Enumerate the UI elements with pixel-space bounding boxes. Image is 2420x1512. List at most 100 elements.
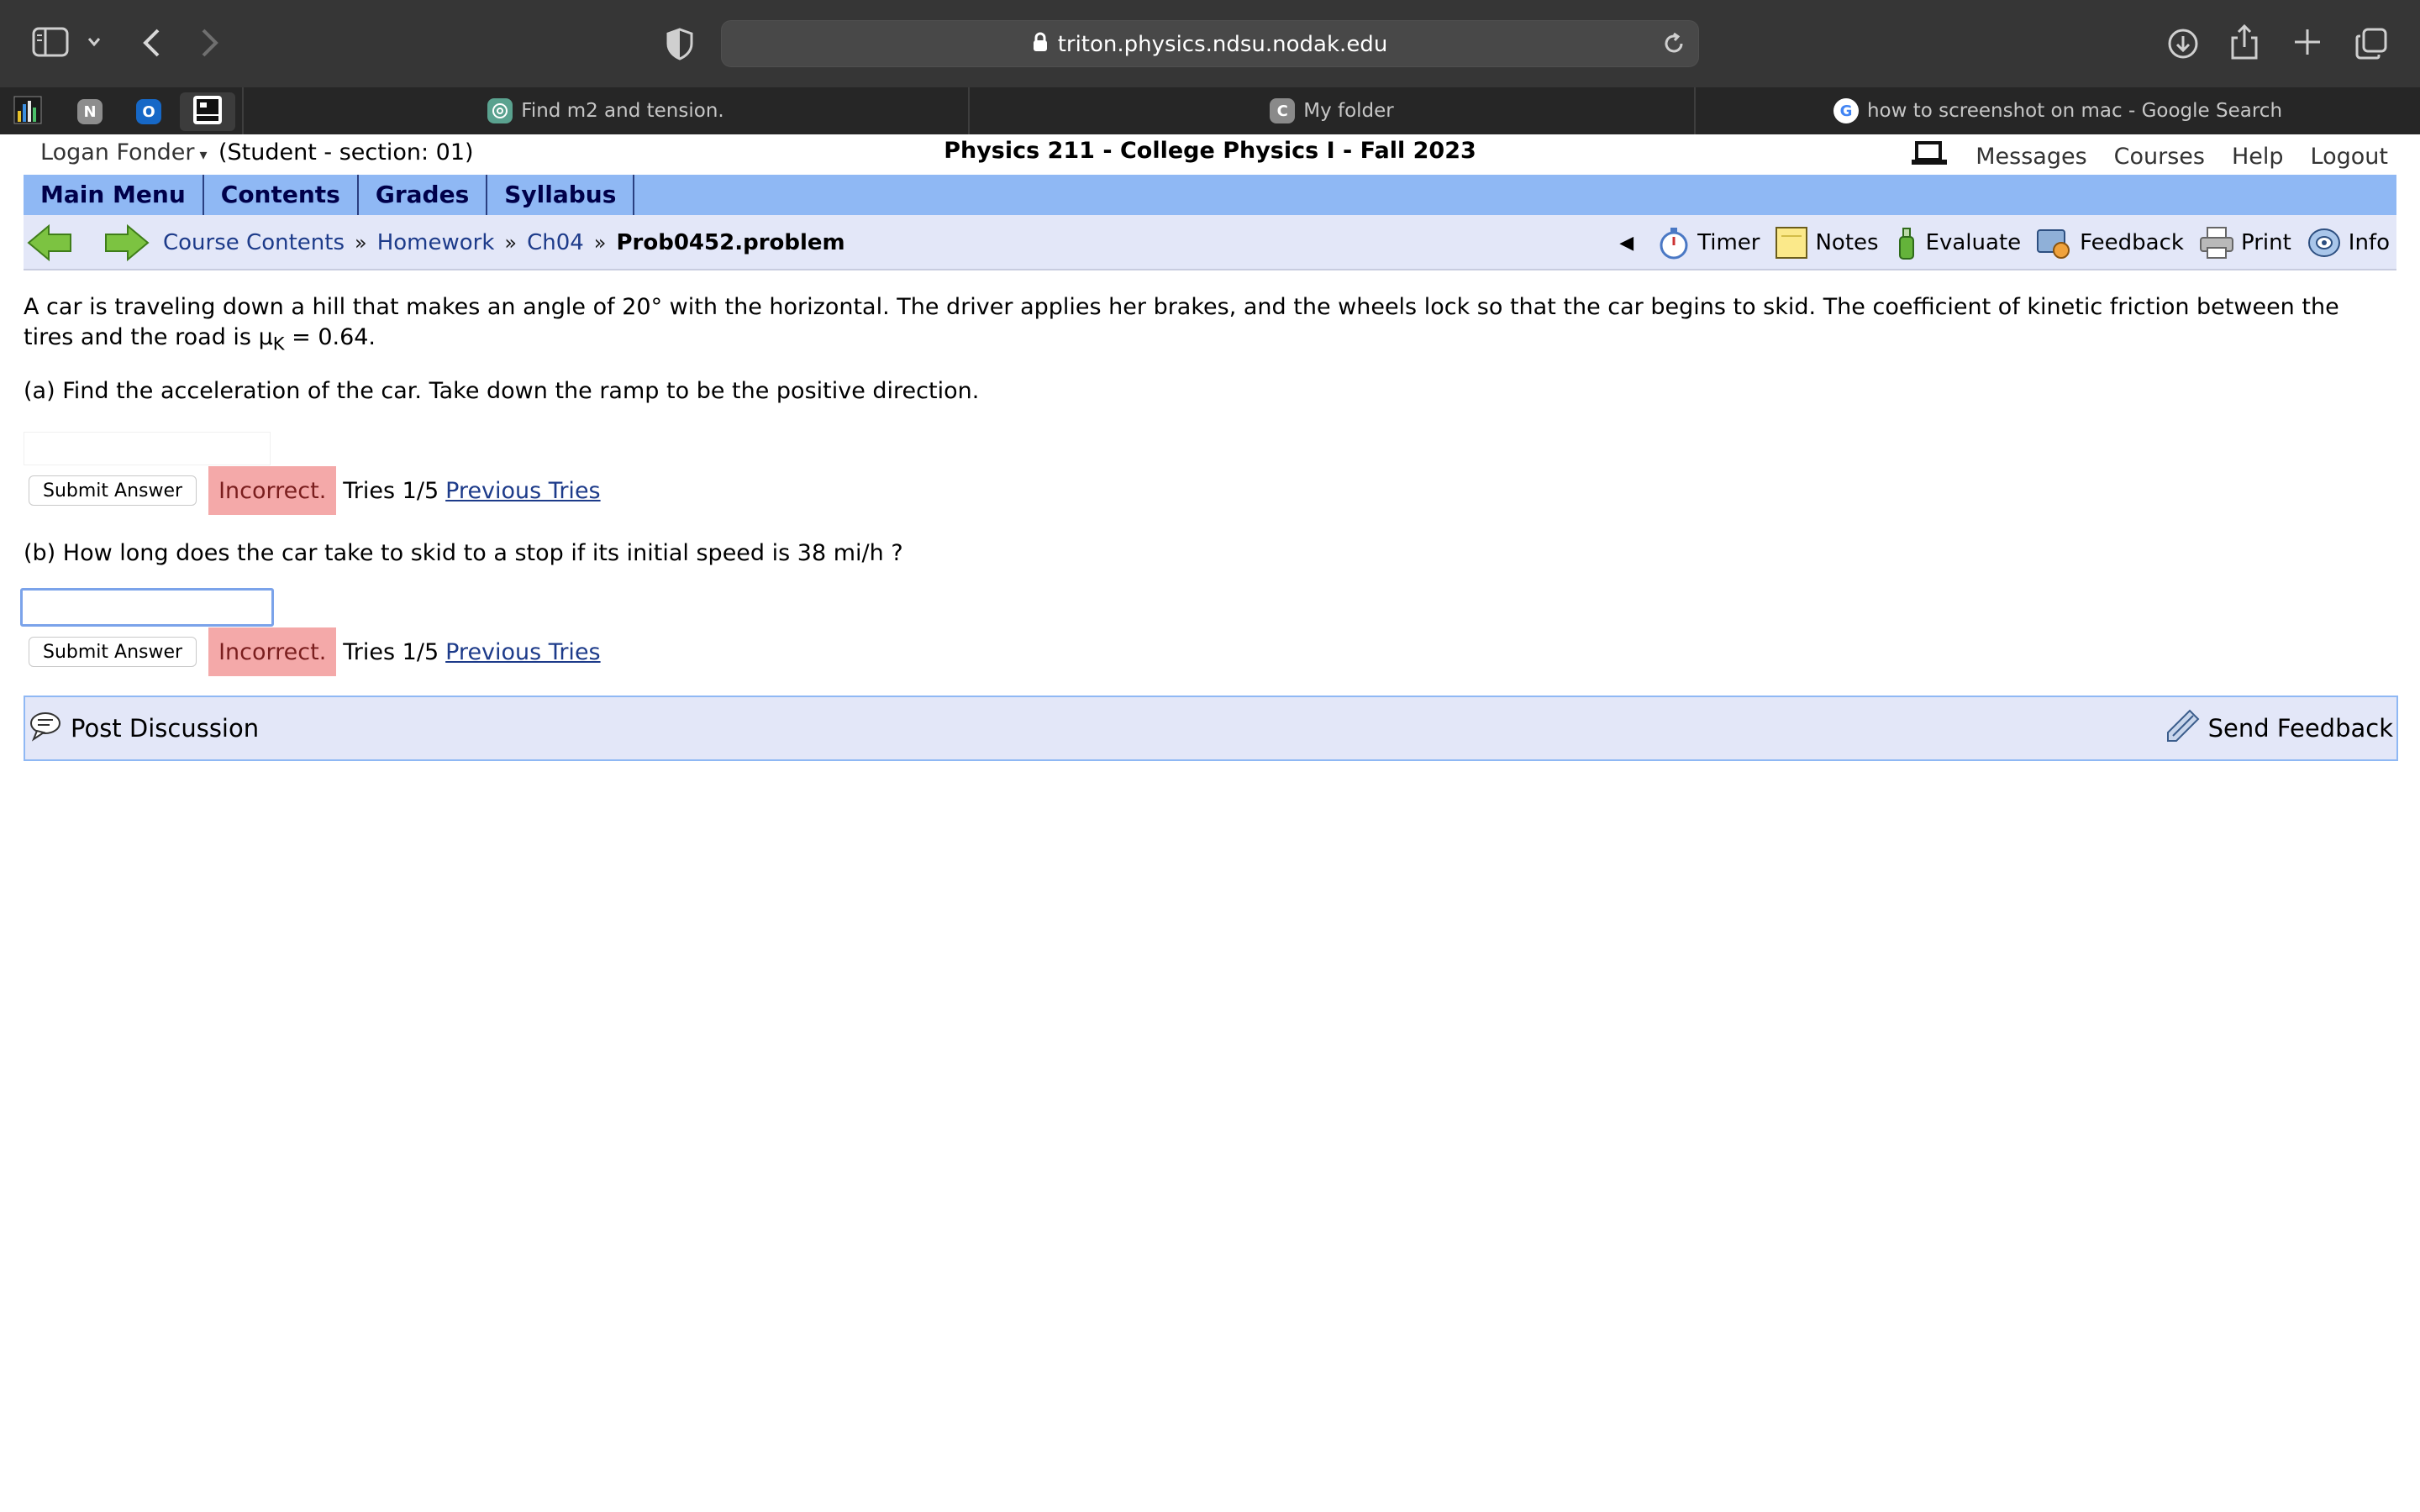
breadcrumb-course-contents[interactable]: Course Contents bbox=[163, 230, 345, 255]
sidebar-toggle-icon[interactable] bbox=[32, 27, 69, 57]
part-a-previous-tries-link[interactable]: Previous Tries bbox=[445, 478, 601, 504]
part-a-submit-button[interactable]: Submit Answer bbox=[29, 475, 197, 506]
info-icon bbox=[2307, 226, 2342, 260]
part-a-question: (a) Find the acceleration of the car. Ta… bbox=[24, 378, 980, 404]
tab-chatgpt[interactable]: Find m2 and tension. bbox=[242, 87, 968, 134]
part-b-answer-input[interactable] bbox=[20, 588, 274, 627]
lock-icon bbox=[1033, 32, 1048, 58]
print-label: Print bbox=[2240, 230, 2291, 255]
tool-bar: ◀ Timer Notes Evaluate Feedback Print In… bbox=[1619, 215, 2390, 270]
tab-title: Find m2 and tension. bbox=[521, 100, 724, 122]
problem-statement: A car is traveling down a hill that make… bbox=[24, 292, 2376, 359]
messages-link[interactable]: Messages bbox=[1975, 144, 2086, 170]
evaluate-icon bbox=[1894, 225, 1919, 260]
part-b-status-badge: Incorrect. bbox=[208, 627, 337, 676]
lon-capa-icon bbox=[192, 95, 223, 129]
breadcrumb-separator: » bbox=[504, 231, 518, 255]
send-feedback-button[interactable]: Send Feedback bbox=[2165, 697, 2393, 759]
courses-link[interactable]: Courses bbox=[2114, 144, 2205, 170]
timer-tool[interactable]: Timer bbox=[1657, 226, 1760, 260]
tab-overview-icon[interactable] bbox=[2354, 27, 2388, 60]
breadcrumb-current: Prob0452.problem bbox=[616, 230, 845, 255]
laptop-icon[interactable] bbox=[1910, 141, 1949, 172]
part-b-question: (b) How long does the car take to skid t… bbox=[24, 540, 903, 566]
breadcrumb-separator: » bbox=[355, 231, 367, 255]
menu-main-menu[interactable]: Main Menu bbox=[24, 175, 204, 215]
info-tool[interactable]: Info bbox=[2307, 226, 2390, 260]
address-bar[interactable]: triton.physics.ndsu.nodak.edu bbox=[721, 20, 1699, 67]
breadcrumb-homework[interactable]: Homework bbox=[377, 230, 495, 255]
reload-icon[interactable] bbox=[1661, 31, 1686, 60]
tab-google-search[interactable]: G how to screenshot on mac - Google Sear… bbox=[1694, 87, 2420, 134]
part-b-previous-tries-link[interactable]: Previous Tries bbox=[445, 639, 601, 665]
tab-title: how to screenshot on mac - Google Search bbox=[1866, 100, 2283, 122]
tab-strip: N O Find m2 and tension. C My folder G h… bbox=[0, 87, 2420, 134]
breadcrumb: Course Contents » Homework » Ch04 » Prob… bbox=[163, 215, 845, 270]
post-discussion-label: Post Discussion bbox=[71, 714, 260, 743]
tab-my-folder[interactable]: C My folder bbox=[968, 87, 1694, 134]
part-b-tries: Tries 1/5 bbox=[343, 638, 439, 665]
pinned-tab-outlook[interactable]: O bbox=[121, 92, 176, 131]
menu-syllabus[interactable]: Syllabus bbox=[487, 175, 635, 215]
post-discussion-button[interactable]: Post Discussion bbox=[29, 697, 259, 759]
logout-link[interactable]: Logout bbox=[2311, 144, 2388, 170]
send-feedback-label: Send Feedback bbox=[2207, 714, 2393, 743]
user-links: Messages Courses Help Logout bbox=[1910, 141, 2388, 172]
notion-icon: N bbox=[77, 99, 103, 124]
part-a-answer-input[interactable] bbox=[24, 432, 271, 465]
part-b-status-row: Submit Answer Incorrect. Tries 1/5 Previ… bbox=[24, 627, 601, 676]
breadcrumb-separator: » bbox=[593, 231, 607, 255]
chevron-down-icon[interactable] bbox=[86, 34, 103, 50]
info-label: Info bbox=[2348, 230, 2390, 255]
navigation-bar: Course Contents » Homework » Ch04 » Prob… bbox=[24, 215, 2396, 270]
discussion-icon bbox=[29, 710, 64, 748]
chatgpt-icon bbox=[487, 98, 513, 123]
chegg-icon: C bbox=[1270, 98, 1296, 123]
timer-icon bbox=[1657, 226, 1691, 260]
printer-icon bbox=[2199, 226, 2234, 260]
menu-contents[interactable]: Contents bbox=[204, 175, 359, 215]
evaluate-tool[interactable]: Evaluate bbox=[1894, 225, 2022, 260]
part-b-submit-button[interactable]: Submit Answer bbox=[29, 637, 197, 667]
feedback-icon bbox=[2036, 225, 2073, 260]
page-content: Logan Fonder ▾ (Student - section: 01) Ph… bbox=[0, 134, 2420, 1512]
user-bar: Logan Fonder ▾ (Student - section: 01) Ph… bbox=[24, 134, 2396, 175]
privacy-shield-icon[interactable] bbox=[666, 27, 694, 60]
browser-toolbar: triton.physics.ndsu.nodak.edu bbox=[0, 0, 2420, 87]
tab-title: My folder bbox=[1303, 100, 1394, 122]
feedback-tool[interactable]: Feedback bbox=[2036, 225, 2184, 260]
back-icon[interactable] bbox=[141, 27, 161, 59]
print-tool[interactable]: Print bbox=[2199, 226, 2291, 260]
bar-chart-icon bbox=[13, 96, 42, 128]
outlook-icon: O bbox=[136, 99, 161, 124]
previous-arrow-icon[interactable] bbox=[27, 223, 74, 265]
share-icon[interactable] bbox=[2230, 24, 2259, 60]
breadcrumb-ch04[interactable]: Ch04 bbox=[527, 230, 584, 255]
feedback-label: Feedback bbox=[2080, 230, 2184, 255]
discussion-bar: Post Discussion Send Feedback bbox=[24, 696, 2398, 761]
menu-grades[interactable]: Grades bbox=[359, 175, 488, 215]
main-menu: Main Menu Contents Grades Syllabus bbox=[24, 175, 2396, 215]
new-tab-icon[interactable] bbox=[2292, 27, 2323, 57]
part-a-status-badge: Incorrect. bbox=[208, 466, 337, 515]
problem-text-end: = 0.64. bbox=[284, 324, 376, 350]
notes-tool[interactable]: Notes bbox=[1775, 226, 1879, 260]
forward-icon[interactable] bbox=[200, 27, 220, 59]
downloads-icon[interactable] bbox=[2166, 27, 2200, 60]
help-link[interactable]: Help bbox=[2232, 144, 2284, 170]
notes-icon bbox=[1775, 226, 1808, 260]
collapse-tools-icon[interactable]: ◀ bbox=[1619, 233, 1634, 254]
evaluate-label: Evaluate bbox=[1925, 230, 2022, 255]
mu-subscript: K bbox=[272, 333, 285, 354]
notes-label: Notes bbox=[1815, 230, 1879, 255]
google-icon: G bbox=[1833, 98, 1859, 123]
next-arrow-icon[interactable] bbox=[103, 223, 150, 265]
url-text: triton.physics.ndsu.nodak.edu bbox=[1057, 32, 1388, 57]
send-feedback-icon bbox=[2165, 707, 2202, 750]
pinned-tab-notion[interactable]: N bbox=[62, 92, 118, 131]
pinned-tab-bar-chart[interactable] bbox=[0, 92, 55, 131]
pinned-tab-lon-capa[interactable] bbox=[180, 92, 235, 131]
part-a-tries: Tries 1/5 bbox=[343, 477, 439, 504]
timer-label: Timer bbox=[1697, 230, 1760, 255]
part-a-status-row: Submit Answer Incorrect. Tries 1/5 Previ… bbox=[24, 466, 601, 515]
